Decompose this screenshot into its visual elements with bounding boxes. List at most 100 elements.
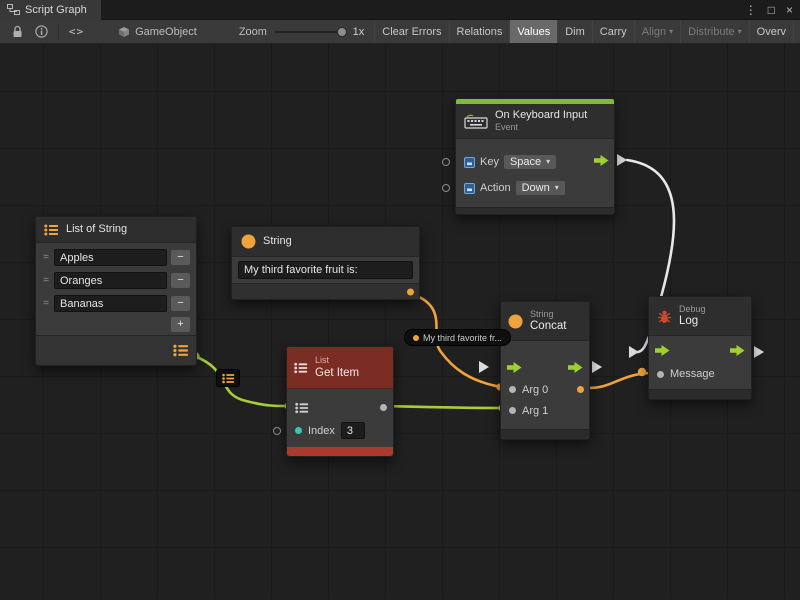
index-field[interactable]: 3 — [341, 422, 365, 439]
chevron-down-icon: ▾ — [738, 28, 742, 36]
result-output-port[interactable] — [577, 386, 584, 393]
log-header[interactable]: Debug Log — [649, 297, 751, 336]
key-dropdown[interactable]: Space ▾ — [504, 155, 556, 169]
on-keyboard-input-node[interactable]: On Keyboard Input Event Key Space ▾ — [455, 98, 615, 215]
arg1-input-port[interactable] — [509, 407, 516, 414]
key-input-port[interactable] — [442, 158, 450, 166]
gameobject-icon — [118, 26, 130, 38]
list-item-field[interactable]: Apples — [54, 249, 167, 266]
window-titlebar: Script Graph ⋮ □ × — [0, 0, 800, 20]
wire-value-text: My third favorite fr... — [423, 333, 502, 343]
list-input-port[interactable] — [295, 402, 309, 414]
list-item-row: = Bananas − — [42, 293, 190, 314]
zoom-slider-handle[interactable] — [337, 27, 347, 37]
dim-button[interactable]: Dim — [557, 20, 592, 44]
key-icon — [464, 183, 475, 194]
string-value-field[interactable]: My third favorite fruit is: — [238, 261, 413, 279]
index-type-dot — [295, 427, 302, 434]
item-output-port[interactable] — [380, 404, 387, 411]
log-node[interactable]: Debug Log Message — [648, 296, 752, 400]
string-node-header[interactable]: String — [232, 227, 419, 257]
distribute-button[interactable]: Distribute ▾ — [680, 20, 748, 44]
code-view-icon[interactable]: <> — [63, 20, 90, 44]
node-category: String — [530, 309, 566, 319]
concat-header[interactable]: String Concat — [501, 302, 589, 341]
node-footer — [501, 429, 589, 439]
log-flow-row — [649, 341, 751, 363]
flow-enter-port[interactable] — [507, 360, 522, 378]
message-label: Message — [670, 368, 715, 380]
drag-handle-icon[interactable]: = — [42, 252, 50, 263]
list-icon — [222, 373, 235, 384]
get-item-node[interactable]: List Get Item Index 3 — [286, 346, 394, 457]
index-row: Index 3 — [287, 419, 393, 442]
arg0-label: Arg 0 — [522, 384, 548, 396]
relations-button[interactable]: Relations — [449, 20, 510, 44]
zoom-label: Zoom — [239, 26, 267, 38]
list-item-field[interactable]: Oranges — [54, 272, 167, 289]
flow-exit-port[interactable] — [730, 345, 745, 359]
list-output-row — [36, 335, 196, 365]
concat-node[interactable]: String Concat Arg 0 Arg 1 — [500, 301, 590, 440]
message-row: Message — [649, 363, 751, 385]
string-icon — [508, 314, 523, 329]
list-output-port[interactable] — [173, 344, 189, 357]
flow-enter-port[interactable] — [655, 345, 670, 359]
toolbar-separator — [58, 24, 59, 40]
overview-button[interactable]: Overv — [749, 20, 794, 44]
node-title: Log — [679, 314, 706, 328]
add-item-button[interactable]: + — [171, 317, 190, 332]
flow-cap-log-enter — [629, 346, 639, 358]
string-output-port[interactable] — [407, 288, 414, 295]
list-item-field[interactable]: Bananas — [54, 295, 167, 312]
node-category: List — [315, 355, 359, 366]
tab-title: Script Graph — [25, 4, 87, 16]
arg0-row: Arg 0 — [501, 379, 589, 400]
lock-icon[interactable] — [6, 20, 29, 44]
flow-exit-port[interactable] — [568, 360, 583, 378]
info-icon[interactable] — [29, 20, 54, 44]
graph-canvas[interactable]: On Keyboard Input Event Key Space ▾ — [0, 44, 800, 599]
list-node-header[interactable]: List of String — [36, 217, 196, 243]
message-input-port[interactable] — [657, 371, 664, 378]
index-label: Index — [308, 425, 335, 437]
string-literal-node[interactable]: String My third favorite fruit is: — [231, 226, 420, 300]
drag-handle-icon[interactable]: = — [42, 298, 50, 309]
add-item-field[interactable]: − — [171, 296, 190, 311]
action-label: Action — [480, 182, 511, 194]
script-graph-icon — [7, 4, 20, 15]
tab-script-graph[interactable]: Script Graph — [0, 0, 101, 20]
get-item-header[interactable]: List Get Item — [287, 347, 393, 389]
flow-exit-port[interactable] — [594, 155, 609, 169]
remove-item-button[interactable]: − — [171, 250, 190, 265]
node-title: On Keyboard Input — [495, 109, 587, 122]
carry-button[interactable]: Carry — [592, 20, 634, 44]
graph-target[interactable]: GameObject — [118, 26, 197, 38]
align-button[interactable]: Align ▾ — [634, 20, 680, 44]
window-maximize-icon[interactable]: □ — [768, 0, 775, 20]
drag-handle-icon[interactable]: = — [42, 275, 50, 286]
keyboard-node-header[interactable]: On Keyboard Input Event — [456, 104, 614, 139]
clear-errors-button[interactable]: Clear Errors — [374, 20, 448, 44]
action-dropdown[interactable]: Down ▾ — [516, 181, 565, 195]
index-input-port[interactable] — [273, 427, 281, 435]
node-title: Concat — [530, 319, 566, 333]
action-input-port[interactable] — [442, 184, 450, 192]
list-input-row — [287, 396, 393, 419]
flow-cap-concat-exit — [592, 361, 602, 373]
node-subtitle: Event — [495, 122, 587, 133]
values-button[interactable]: Values — [509, 20, 557, 44]
remove-item-button[interactable]: − — [171, 273, 190, 288]
wire-dot — [638, 368, 646, 376]
list-of-string-node[interactable]: List of String = Apples − = Oranges − = … — [35, 216, 197, 366]
arg0-input-port[interactable] — [509, 386, 516, 393]
list-item-row: = Apples − — [42, 247, 190, 268]
zoom-slider[interactable] — [275, 31, 345, 33]
window-menu-icon[interactable]: ⋮ — [745, 0, 757, 20]
flow-cap-concat-enter — [479, 361, 489, 373]
value-wire-getitem-to-concat — [384, 406, 503, 408]
node-title: List of String — [66, 223, 127, 236]
window-controls: ⋮ □ × — [745, 0, 793, 20]
window-close-icon[interactable]: × — [786, 0, 793, 20]
flow-cap-log-exit — [754, 346, 764, 358]
